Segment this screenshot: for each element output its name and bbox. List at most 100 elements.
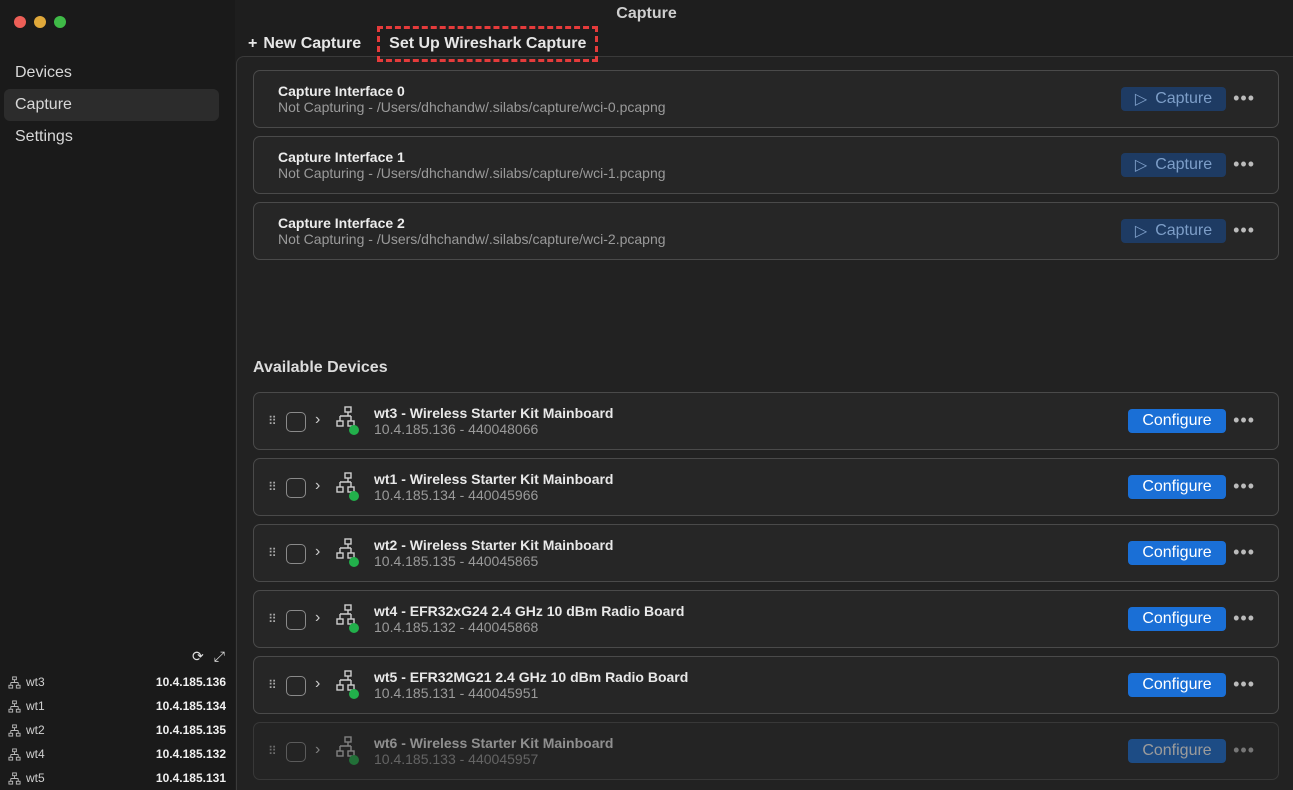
device-checkbox[interactable] [286,676,306,696]
sidebar-device-ip: 10.4.185.132 [155,747,226,761]
network-icon [8,699,21,713]
device-address: 10.4.185.136 - 440048066 [374,421,539,437]
sidebar-item-capture[interactable]: Capture [4,89,219,121]
device-checkbox[interactable] [286,478,306,498]
device-checkbox[interactable] [286,412,306,432]
expand-icon[interactable]: ⤢ [214,648,225,665]
device-card: ⠿ › wt3 - Wireless Starter Kit Mainboard… [253,392,1279,450]
interface-name: Capture Interface 1 [278,149,405,165]
device-address: 10.4.185.132 - 440045868 [374,619,539,635]
interface-path: Not Capturing - /Users/dhchandw/.silabs/… [278,99,666,115]
capture-button-label: Capture [1155,90,1213,107]
more-options-icon[interactable]: ••• [1233,476,1255,497]
sidebar-device-name: wt2 [26,723,45,737]
setup-wireshark-label: Set Up Wireshark Capture [389,35,587,52]
device-card: ⠿ › wt6 - Wireless Starter Kit Mainboard… [253,722,1279,780]
drag-handle-icon[interactable]: ⠿ [268,414,277,428]
drag-handle-icon[interactable]: ⠿ [268,612,277,626]
play-icon: ▷ [1134,223,1148,240]
capture-button-label: Capture [1155,222,1213,239]
sidebar-device-ip: 10.4.185.134 [155,699,226,713]
capture-button[interactable]: ▷ Capture [1121,219,1226,243]
network-device-icon [336,406,359,435]
capture-button-label: Capture [1155,156,1213,173]
more-options-icon[interactable]: ••• [1233,608,1255,629]
configure-button[interactable]: Configure [1128,739,1226,763]
network-icon [8,723,21,737]
configure-button[interactable]: Configure [1128,607,1226,631]
more-options-icon[interactable]: ••• [1233,674,1255,695]
chevron-right-icon[interactable]: › [315,543,320,561]
configure-button[interactable]: Configure [1128,475,1226,499]
device-address: 10.4.185.134 - 440045966 [374,487,539,503]
sidebar-device-row[interactable]: wt3 10.4.185.136 [8,670,226,694]
new-capture-label: New Capture [263,35,362,52]
sidebar-device-row[interactable]: wt5 10.4.185.131 [8,766,226,790]
capture-toolbar: + New Capture Set Up Wireshark Capture [248,26,599,62]
capture-button[interactable]: ▷ Capture [1121,153,1226,177]
new-capture-button[interactable]: + New Capture [248,35,361,53]
sidebar-actions: ⟳ ⤢ [192,648,225,665]
setup-wireshark-capture-button[interactable]: Set Up Wireshark Capture [377,26,599,62]
capture-button[interactable]: ▷ Capture [1121,87,1226,111]
device-name: wt4 - EFR32xG24 2.4 GHz 10 dBm Radio Boa… [374,603,685,619]
drag-handle-icon[interactable]: ⠿ [268,546,277,560]
window-title: Capture [616,5,677,22]
device-name: wt1 - Wireless Starter Kit Mainboard [374,471,614,487]
sidebar-device-row[interactable]: wt2 10.4.185.135 [8,718,226,742]
network-device-icon [336,736,359,765]
device-name: wt5 - EFR32MG21 2.4 GHz 10 dBm Radio Boa… [374,669,689,685]
configure-button[interactable]: Configure [1128,673,1226,697]
chevron-right-icon[interactable]: › [315,411,320,429]
device-checkbox[interactable] [286,610,306,630]
sidebar-device-ip: 10.4.185.131 [155,771,226,785]
sidebar-device-name: wt5 [26,771,45,785]
capture-interface-card: Capture Interface 2 Not Capturing - /Use… [253,202,1279,260]
device-checkbox[interactable] [286,544,306,564]
network-device-icon [336,538,359,567]
sidebar-device-row[interactable]: wt4 10.4.185.132 [8,742,226,766]
more-options-icon[interactable]: ••• [1233,542,1255,563]
device-card: ⠿ › wt5 - EFR32MG21 2.4 GHz 10 dBm Radio… [253,656,1279,714]
capture-interface-card: Capture Interface 0 Not Capturing - /Use… [253,70,1279,128]
sidebar-device-row[interactable]: wt1 10.4.185.134 [8,694,226,718]
interface-name: Capture Interface 2 [278,215,405,231]
device-checkbox[interactable] [286,742,306,762]
chevron-right-icon[interactable]: › [315,609,320,627]
sidebar: Devices Capture Settings ⟳ ⤢ wt3 10.4.18… [0,0,235,790]
device-card: ⠿ › wt4 - EFR32xG24 2.4 GHz 10 dBm Radio… [253,590,1279,648]
network-icon [8,675,21,689]
interface-path: Not Capturing - /Users/dhchandw/.silabs/… [278,231,666,247]
chevron-right-icon[interactable]: › [315,675,320,693]
capture-interface-card: Capture Interface 1 Not Capturing - /Use… [253,136,1279,194]
device-name: wt6 - Wireless Starter Kit Mainboard [374,735,614,751]
drag-handle-icon[interactable]: ⠿ [268,678,277,692]
chevron-right-icon[interactable]: › [315,477,320,495]
interface-name: Capture Interface 0 [278,83,405,99]
network-device-icon [336,604,359,633]
refresh-icon[interactable]: ⟳ [192,648,204,665]
network-device-icon [336,472,359,501]
more-options-icon[interactable]: ••• [1233,220,1255,241]
sidebar-device-ip: 10.4.185.135 [155,723,226,737]
plus-icon: + [248,35,258,52]
sidebar-device-name: wt1 [26,699,45,713]
device-address: 10.4.185.131 - 440045951 [374,685,539,701]
drag-handle-icon[interactable]: ⠿ [268,744,277,758]
configure-button[interactable]: Configure [1128,409,1226,433]
device-address: 10.4.185.135 - 440045865 [374,553,539,569]
sidebar-item-settings[interactable]: Settings [4,121,219,153]
drag-handle-icon[interactable]: ⠿ [268,480,277,494]
more-options-icon[interactable]: ••• [1233,410,1255,431]
more-options-icon[interactable]: ••• [1233,740,1255,761]
device-name: wt2 - Wireless Starter Kit Mainboard [374,537,614,553]
sidebar-item-devices[interactable]: Devices [4,57,219,89]
interface-path: Not Capturing - /Users/dhchandw/.silabs/… [278,165,666,181]
more-options-icon[interactable]: ••• [1233,88,1255,109]
sidebar-device-name: wt3 [26,675,45,689]
configure-button[interactable]: Configure [1128,541,1226,565]
network-icon [8,771,21,785]
more-options-icon[interactable]: ••• [1233,154,1255,175]
sidebar-device-name: wt4 [26,747,45,761]
chevron-right-icon[interactable]: › [315,741,320,759]
